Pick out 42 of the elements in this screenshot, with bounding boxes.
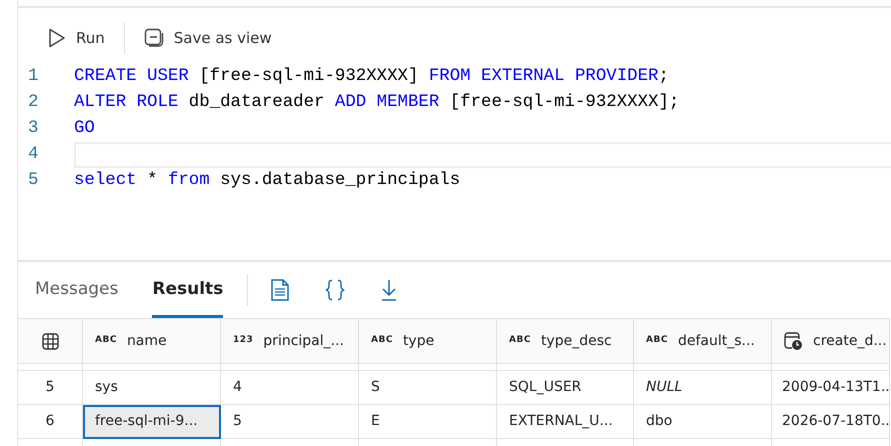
download-icon[interactable] (380, 279, 398, 301)
document-icon[interactable] (270, 279, 290, 301)
table-cell[interactable]: EXTERNAL_U... (497, 405, 634, 439)
column-header[interactable]: type (402, 330, 434, 352)
line-number: 1 (27, 66, 40, 88)
type-label: ABC (646, 334, 668, 348)
table-cell[interactable]: free-sql-mi-9... (83, 405, 221, 439)
code-line: GO (74, 118, 95, 140)
table-cell[interactable]: 4 (221, 371, 359, 405)
line-number: 2 (27, 92, 40, 114)
table-cell[interactable]: 5 (221, 405, 359, 439)
line-number: 5 (27, 170, 40, 192)
table-icon (42, 332, 58, 350)
line-number: 4 (27, 144, 40, 166)
table-cell[interactable]: E (359, 405, 497, 439)
results-tab[interactable]: Messages (35, 262, 118, 318)
save-as-view-button[interactable]: Save as view (140, 22, 275, 54)
type-label: ABC (371, 334, 393, 348)
run-button[interactable]: Run (45, 22, 108, 54)
column-header[interactable]: default_s... (678, 330, 755, 352)
column-header[interactable]: name (126, 330, 167, 352)
row-number: 5 (18, 371, 83, 405)
type-label: 123 (233, 334, 254, 348)
table-cell[interactable]: dbo (634, 405, 772, 439)
type-label: ABC (95, 334, 117, 348)
column-header[interactable]: principal_... (263, 330, 344, 352)
play-icon (48, 28, 66, 48)
type-label: ABC (509, 334, 531, 348)
table-cell[interactable]: 2026-07-18T0.. (772, 405, 890, 439)
calendar-clock-icon (784, 332, 803, 350)
code-line: CREATE USER [free-sql-mi-932XXXX] FROM EXTERNAL PROVIDER; (74, 66, 669, 88)
code-line: ALTER ROLE db_datareader ADD MEMBER [free-sql-mi-932XXXX]; (74, 92, 680, 114)
code-line: select * from sys.database_principals (74, 170, 460, 192)
table-cell[interactable]: NULL (634, 371, 772, 405)
table-cell[interactable]: S (359, 371, 497, 405)
results-tab[interactable]: Results (152, 262, 224, 318)
line-number: 3 (27, 118, 40, 140)
table-cell[interactable]: 2009-04-13T1.. (772, 371, 890, 405)
braces-icon[interactable] (325, 279, 346, 301)
table-cell[interactable]: SQL_USER (497, 371, 634, 405)
column-header[interactable]: type_desc (540, 330, 612, 352)
view-icon (144, 28, 164, 48)
